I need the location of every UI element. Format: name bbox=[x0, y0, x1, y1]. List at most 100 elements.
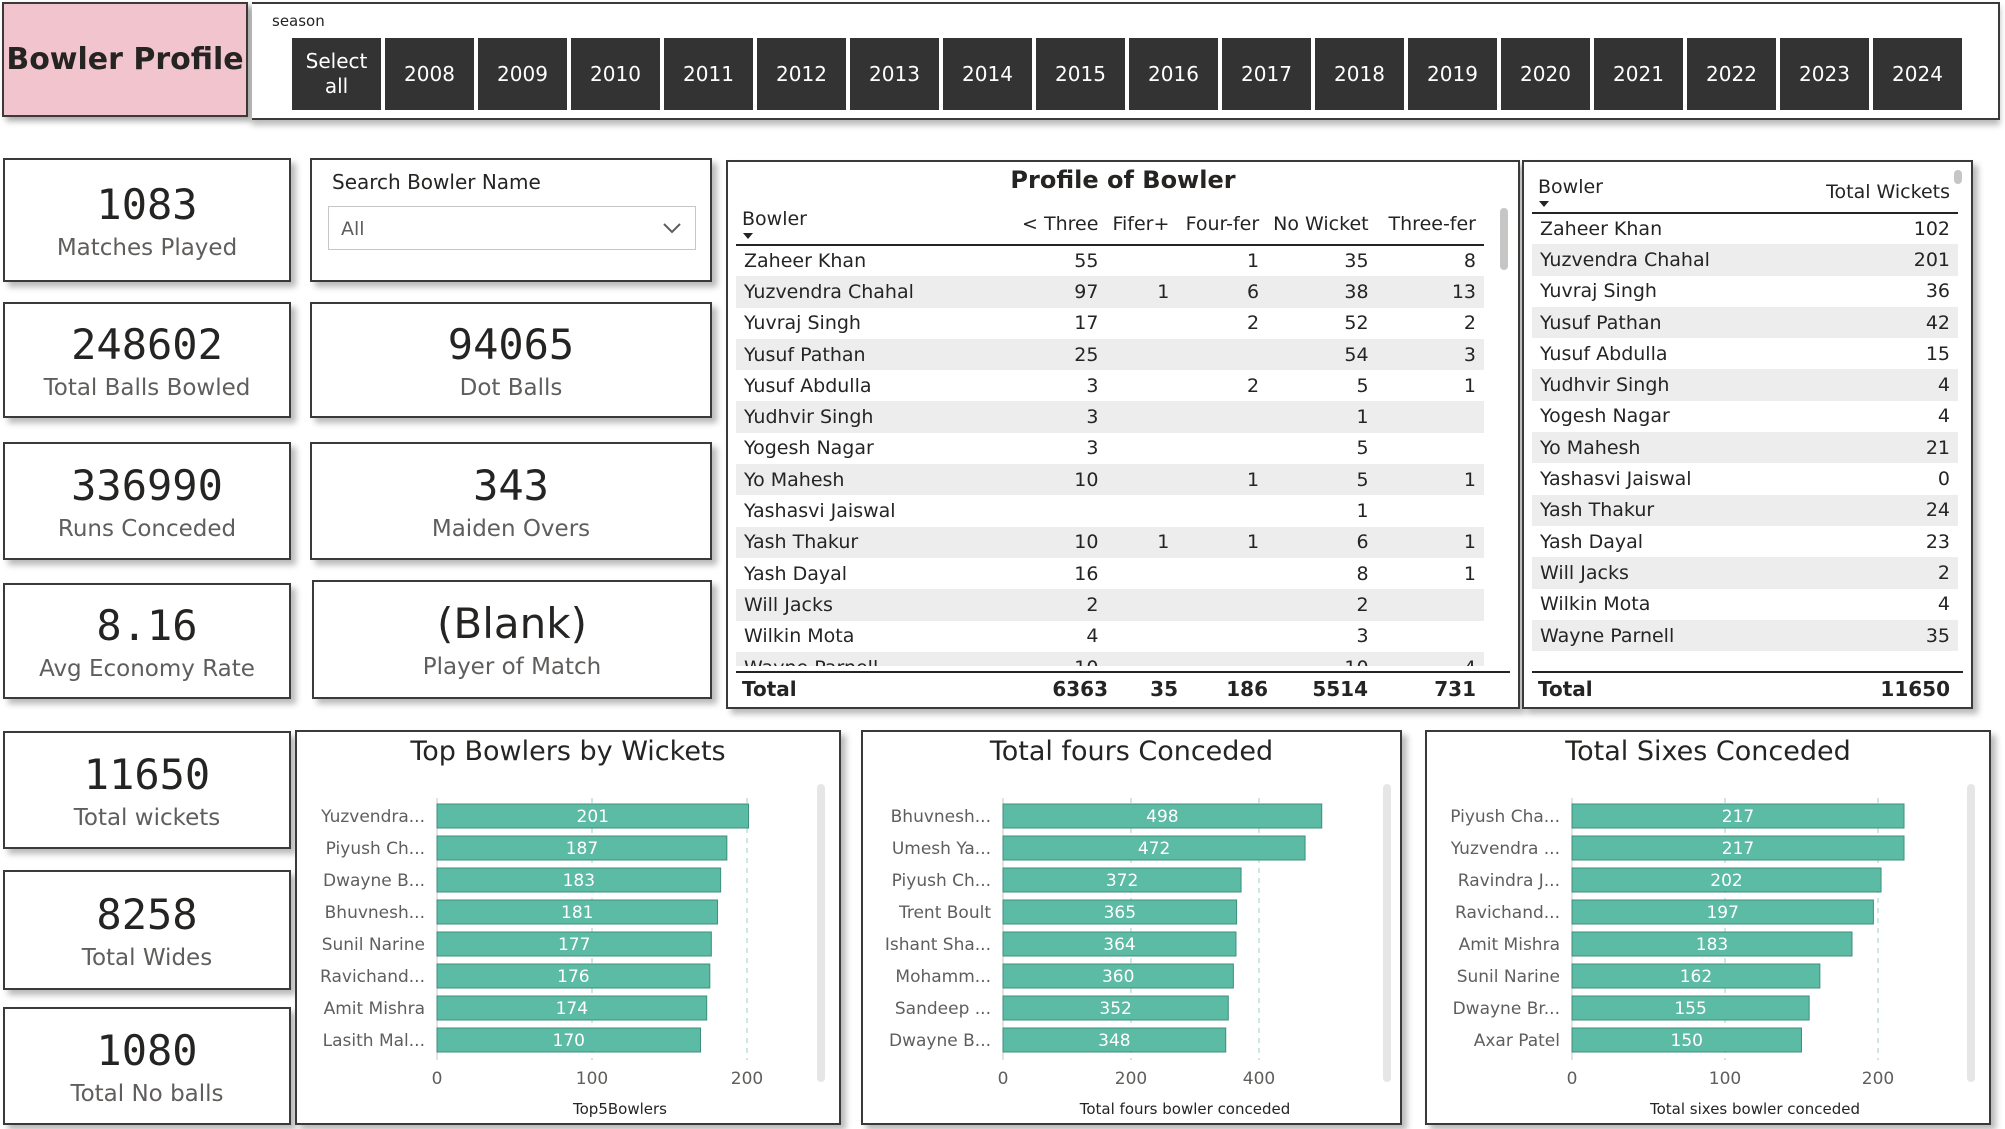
table-row[interactable]: Yudhvir Singh 4 bbox=[1532, 369, 1958, 401]
season-option-2014[interactable]: 2014 bbox=[943, 38, 1032, 110]
category-label: Lasith Mal... bbox=[323, 1031, 425, 1051]
season-option-2011[interactable]: 2011 bbox=[664, 38, 753, 110]
table-row[interactable]: Yudhvir Singh 3 1 bbox=[736, 401, 1484, 433]
kpi-label: Total Wides bbox=[81, 944, 213, 971]
value-cell: 3 bbox=[1086, 374, 1099, 397]
value-cell: 1 bbox=[1376, 526, 1484, 558]
chart-scrollbar[interactable] bbox=[1383, 784, 1391, 1082]
table-row[interactable]: Yo Mahesh 21 bbox=[1532, 432, 1958, 464]
season-option-2021[interactable]: 2021 bbox=[1594, 38, 1683, 110]
column-header[interactable]: Fifer+ bbox=[1106, 200, 1178, 246]
table-row[interactable]: Yogesh Nagar 4 bbox=[1532, 401, 1958, 432]
table-row[interactable]: Zaheer Khan 102 bbox=[1532, 213, 1958, 244]
table-row[interactable]: Wayne Parnell 35 bbox=[1532, 619, 1958, 652]
column-header[interactable]: < Three bbox=[1007, 200, 1107, 246]
column-header[interactable]: Four-fer bbox=[1177, 200, 1268, 246]
x-axis-title: Total fours bowler conceded bbox=[1079, 1100, 1291, 1118]
season-option-2019[interactable]: 2019 bbox=[1408, 38, 1497, 110]
profile-table-body[interactable]: Bowler < Three Fifer+ Four-fer No Wicket Thre… bbox=[736, 200, 1484, 666]
wickets-table-scrollbar[interactable] bbox=[1954, 170, 1962, 184]
table-row[interactable]: Yusuf Pathan 42 bbox=[1532, 306, 1958, 339]
search-bowler-dropdown[interactable]: All bbox=[328, 206, 696, 250]
table-row[interactable]: Wayne Parnell10104 bbox=[736, 651, 1484, 666]
table-row[interactable]: Wilkin Mota 4 3 bbox=[736, 621, 1484, 652]
season-option-2022[interactable]: 2022 bbox=[1687, 38, 1776, 110]
table-row[interactable]: Yuzvendra Chahal 97 1 6 38 13 bbox=[736, 276, 1484, 308]
value-cell: 42 bbox=[1772, 306, 1958, 339]
bowler-name-cell: Yusuf Abdulla bbox=[1540, 342, 1668, 365]
chart-scrollbar[interactable] bbox=[1967, 784, 1975, 1082]
column-header[interactable]: Bowler bbox=[1532, 168, 1772, 214]
profile-table-scrollbar[interactable] bbox=[1500, 208, 1508, 270]
category-label: Ishant Sha... bbox=[885, 935, 991, 955]
season-option-2016[interactable]: 2016 bbox=[1129, 38, 1218, 110]
value-cell: 2 bbox=[1247, 374, 1260, 397]
table-row[interactable]: Wilkin Mota 4 bbox=[1532, 589, 1958, 620]
bar-data-label: 360 bbox=[1102, 967, 1134, 987]
value-cell: 38 bbox=[1267, 276, 1377, 308]
value-cell: 2 bbox=[1267, 589, 1377, 621]
value-cell bbox=[1376, 589, 1484, 621]
table-row[interactable]: Will Jacks 2 2 bbox=[736, 589, 1484, 621]
table-row[interactable]: Yashasvi Jaiswal 0 bbox=[1532, 463, 1958, 494]
value-cell: 10 bbox=[1007, 651, 1107, 666]
search-bowler-slicer: Search Bowler Name All bbox=[310, 158, 712, 282]
table-row[interactable]: Yashasvi Jaiswal 1 bbox=[736, 495, 1484, 526]
bowler-name-cell: Wilkin Mota bbox=[1540, 593, 1651, 616]
bar-data-label: 352 bbox=[1099, 999, 1131, 1019]
column-header[interactable]: Bowler bbox=[736, 200, 1008, 246]
value-cell bbox=[1377, 433, 1484, 464]
table-row[interactable]: Yash Dayal 23 bbox=[1532, 526, 1958, 557]
column-header[interactable]: Three-fer bbox=[1376, 200, 1484, 246]
value-cell bbox=[1177, 338, 1268, 371]
table-row[interactable]: Yo Mahesh 10 1 5 1 bbox=[736, 464, 1484, 496]
value-cell: 23 bbox=[1925, 530, 1950, 553]
x-tick-label: 200 bbox=[1862, 1069, 1894, 1089]
season-option-2009[interactable]: 2009 bbox=[478, 38, 567, 110]
table-row[interactable]: Yusuf Pathan 25 54 3 bbox=[736, 338, 1484, 371]
bowler-name-cell: Yuzvendra Chahal bbox=[736, 276, 1008, 308]
season-option-2008[interactable]: 2008 bbox=[385, 38, 474, 110]
value-cell: 3 bbox=[1356, 625, 1369, 648]
value-cell: 6 bbox=[1177, 276, 1268, 308]
season-option-2012[interactable]: 2012 bbox=[757, 38, 846, 110]
kpi-label: Total Balls Bowled bbox=[43, 374, 251, 401]
season-option-2015[interactable]: 2015 bbox=[1036, 38, 1125, 110]
table-row[interactable]: Yash Thakur 24 bbox=[1532, 494, 1958, 526]
season-option-2020[interactable]: 2020 bbox=[1501, 38, 1590, 110]
kpi-value: 1080 bbox=[96, 1025, 198, 1075]
column-header[interactable]: Total Wickets bbox=[1772, 168, 1958, 214]
season-option-2018[interactable]: 2018 bbox=[1315, 38, 1404, 110]
kpi-avg-economy: 8.16 Avg Economy Rate bbox=[3, 583, 291, 699]
column-header-label: < Three bbox=[1022, 213, 1099, 235]
season-option-2024[interactable]: 2024 bbox=[1873, 38, 1962, 110]
wickets-table-body[interactable]: Bowler Total Wickets Zaheer Khan 102 Yuzven… bbox=[1532, 168, 1958, 668]
category-label: Ravichand... bbox=[1455, 903, 1560, 923]
table-row[interactable]: Yogesh Nagar 3 5 bbox=[736, 433, 1484, 464]
bar-data-label: 365 bbox=[1104, 903, 1136, 923]
category-label: Dwayne Br... bbox=[1453, 999, 1560, 1019]
season-option-2017[interactable]: 2017 bbox=[1222, 38, 1311, 110]
table-row[interactable]: Will Jacks 2 bbox=[1532, 557, 1958, 589]
kpi-value: (Blank) bbox=[437, 599, 587, 648]
season-option-2023[interactable]: 2023 bbox=[1780, 38, 1869, 110]
kpi-label: Player of Match bbox=[422, 654, 602, 680]
column-header[interactable]: No Wicket bbox=[1267, 200, 1377, 246]
season-option-select-all[interactable]: Select all bbox=[292, 38, 381, 110]
table-row[interactable]: Yusuf Abdulla 15 bbox=[1532, 338, 1958, 369]
table-row[interactable]: Yusuf Abdulla 3 2 5 1 bbox=[736, 370, 1484, 401]
value-cell: 10 bbox=[1267, 651, 1377, 666]
table-row[interactable]: Yuvraj Singh 36 bbox=[1532, 276, 1958, 307]
table-row[interactable]: Zaheer Khan 55 1 35 8 bbox=[736, 245, 1484, 276]
total-value: 186 bbox=[1226, 677, 1268, 701]
table-row[interactable]: Yash Thakur 10 1 1 6 1 bbox=[736, 526, 1484, 558]
value-cell bbox=[1106, 495, 1177, 526]
table-row[interactable]: Yuvraj Singh 17 2 52 2 bbox=[736, 308, 1484, 339]
table-row[interactable]: Yash Dayal 16 8 1 bbox=[736, 558, 1484, 589]
kpi-value: 336990 bbox=[71, 460, 223, 510]
chart-scrollbar[interactable] bbox=[817, 784, 825, 1082]
table-row[interactable]: Yuzvendra Chahal 201 bbox=[1532, 244, 1958, 276]
season-option-2013[interactable]: 2013 bbox=[850, 38, 939, 110]
value-cell: 8 bbox=[1356, 562, 1369, 585]
season-option-2010[interactable]: 2010 bbox=[571, 38, 660, 110]
